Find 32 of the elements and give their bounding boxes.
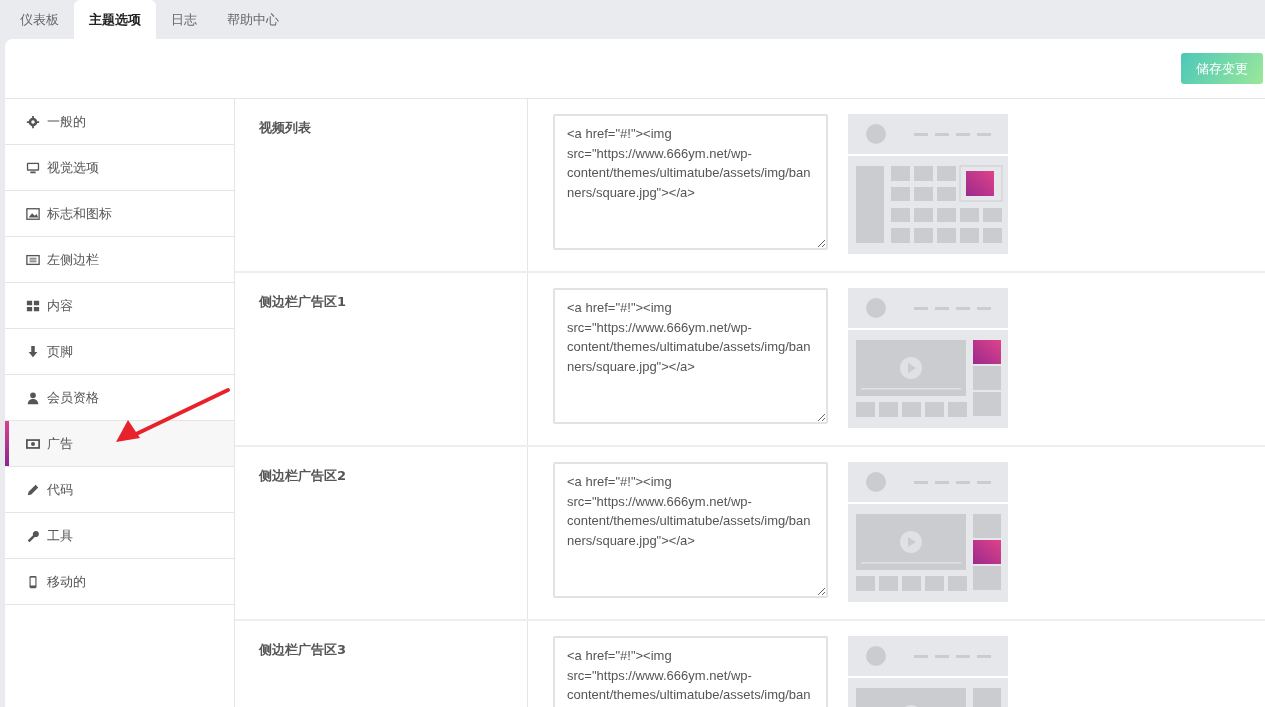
field-label: 侧边栏广告区1 [235,273,528,445]
code-input-field[interactable]: <a href="#!"><img src="https://www.666ym.net/wp-content/themes/ultimatube/assets/img/banners/square.jpg"></a> [553,114,828,250]
tab[interactable]: 日志 [156,0,212,39]
tab[interactable]: 主题选项 [74,0,156,39]
sidebar-item[interactable]: 代码 [5,467,234,513]
sidebar-item[interactable]: 工具 [5,513,234,559]
image-icon [26,206,40,221]
code-input-field[interactable]: <a href="#!"><img src="https://www.666ym.net/wp-content/themes/ultimatube/assets/img/banners/square.jpg"></a> [553,462,828,598]
sidebar-item[interactable]: 左侧边栏 [5,237,234,283]
field-label: 视频列表 [235,99,528,271]
user-icon [26,390,40,405]
wrench-icon [26,528,40,543]
gear-icon [26,114,40,129]
field-label: 侧边栏广告区3 [235,621,528,707]
grid-icon [26,298,40,313]
sidebar-item[interactable]: 页脚 [5,329,234,375]
sidebar-item[interactable]: 移动的 [5,559,234,605]
field-label: 侧边栏广告区2 [235,447,528,619]
code-input-field[interactable]: <a href="#!"><img src="https://www.666ym.net/wp-content/themes/ultimatube/assets/img/ban [553,636,828,707]
sidebar-item[interactable]: 视觉选项 [5,145,234,191]
banknote-icon [26,436,40,451]
tab[interactable]: 帮助中心 [212,0,294,39]
sidebar-item[interactable]: 内容 [5,283,234,329]
code-input-field[interactable]: <a href="#!"><img src="https://www.666ym.net/wp-content/themes/ultimatube/assets/img/banners/square.jpg"></a> [553,288,828,424]
sidebar-item[interactable]: 标志和图标 [5,191,234,237]
sidebar-item[interactable]: 一般的 [5,99,234,145]
tab[interactable]: 仪表板 [5,0,74,39]
down-arrow-icon [26,344,40,359]
sidebar-item[interactable]: 广告 [5,421,234,467]
list-icon [26,252,40,267]
monitor-icon [26,160,40,175]
pencil-icon [26,482,40,497]
